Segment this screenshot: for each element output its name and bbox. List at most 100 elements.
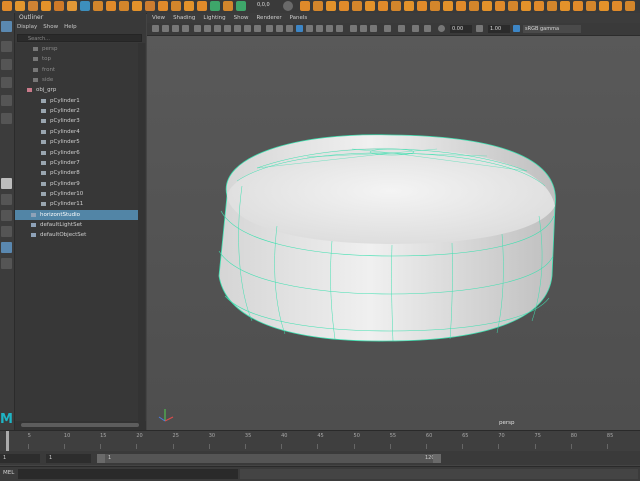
shelf-orange-icon[interactable]	[313, 1, 323, 11]
smooth-shade-icon[interactable]	[276, 25, 283, 32]
bookmark-icon[interactable]	[172, 25, 179, 32]
screen-space-ao-icon[interactable]	[350, 25, 357, 32]
shelf-orange-icon[interactable]	[54, 1, 64, 11]
layout-single-icon[interactable]	[1, 178, 12, 189]
exposure-icon[interactable]	[438, 25, 445, 32]
shelf-orange-icon[interactable]	[326, 1, 336, 11]
outliner-row[interactable]: pCylinder3	[15, 116, 138, 126]
shelf-orange-icon[interactable]	[508, 1, 518, 11]
safe-action-icon[interactable]	[244, 25, 251, 32]
outliner-row[interactable]: pCylinder1	[15, 96, 138, 106]
outliner-row[interactable]: pCylinder6	[15, 148, 138, 158]
command-input[interactable]	[18, 469, 238, 479]
shelf-orange-icon[interactable]	[15, 1, 25, 11]
gate-mask-icon[interactable]	[224, 25, 231, 32]
shelf-orange-icon[interactable]	[521, 1, 531, 11]
shelf-orange-icon[interactable]	[586, 1, 596, 11]
shelf-orange-icon[interactable]	[41, 1, 51, 11]
outliner-row[interactable]: pCylinder5	[15, 137, 138, 147]
range-slider-track[interactable]: 1	[105, 454, 433, 463]
shelf-orange-icon[interactable]	[443, 1, 453, 11]
shelf-orange-icon[interactable]	[67, 1, 77, 11]
shelf-orange-icon[interactable]	[365, 1, 375, 11]
outliner-row[interactable]: pCylinder11	[15, 199, 138, 209]
outliner-row[interactable]: obj_grp	[15, 85, 138, 95]
shelf-orange-icon[interactable]	[171, 1, 181, 11]
shelf-orange-icon[interactable]	[560, 1, 570, 11]
gamma-field[interactable]: 1.00	[488, 25, 510, 33]
wireframe-icon[interactable]	[266, 25, 273, 32]
shelf-orange-icon[interactable]	[223, 1, 233, 11]
outliner-menu-show[interactable]: Show	[43, 24, 58, 30]
shelf-orange-icon[interactable]	[145, 1, 155, 11]
shadows-icon[interactable]	[336, 25, 343, 32]
select-tool-icon[interactable]	[1, 21, 12, 32]
outliner-vertical-scrollbar[interactable]	[138, 43, 145, 421]
shelf-orange-icon[interactable]	[106, 1, 116, 11]
layout-four-icon[interactable]	[1, 194, 12, 205]
outliner-row[interactable]: defaultLightSet	[15, 220, 138, 230]
range-slider-handle-right[interactable]	[433, 454, 441, 463]
shelf-orange-icon[interactable]	[547, 1, 557, 11]
camera-attr-icon[interactable]	[162, 25, 169, 32]
shelf-orange-icon[interactable]	[93, 1, 103, 11]
shelf-gray-icon[interactable]	[283, 1, 293, 11]
shelf-orange-icon[interactable]	[184, 1, 194, 11]
color-space-dropdown[interactable]: sRGB gamma	[523, 25, 581, 33]
outliner-row[interactable]: top	[15, 54, 138, 64]
shelf-orange-icon[interactable]	[119, 1, 129, 11]
outliner-row[interactable]: pCylinder8	[15, 168, 138, 178]
playback-start-field[interactable]: 1	[46, 454, 91, 463]
grid-icon[interactable]	[194, 25, 201, 32]
shelf-orange-icon[interactable]	[391, 1, 401, 11]
shelf-orange-icon[interactable]	[573, 1, 583, 11]
shelf-orange-icon[interactable]	[158, 1, 168, 11]
backface-icon[interactable]	[424, 25, 431, 32]
perspective-viewport[interactable]: persp	[147, 36, 640, 430]
xray-active-icon[interactable]	[412, 25, 419, 32]
outliner-row[interactable]: front	[15, 65, 138, 75]
outliner-row[interactable]: side	[15, 75, 138, 85]
shelf-orange-icon[interactable]	[132, 1, 142, 11]
xray-icon[interactable]	[306, 25, 313, 32]
camera-select-icon[interactable]	[152, 25, 159, 32]
outliner-menu-help[interactable]: Help	[64, 24, 77, 30]
textured-icon[interactable]	[316, 25, 323, 32]
gamma-icon[interactable]	[476, 25, 483, 32]
shelf-orange-icon[interactable]	[28, 1, 38, 11]
resolution-gate-icon[interactable]	[214, 25, 221, 32]
layout-persp-outliner-icon[interactable]	[1, 226, 12, 237]
shelf-orange-icon[interactable]	[625, 1, 635, 11]
lighting-icon[interactable]	[326, 25, 333, 32]
outliner-row[interactable]: pCylinder9	[15, 179, 138, 189]
shelf-orange-icon[interactable]	[197, 1, 207, 11]
outliner-row[interactable]: defaultObjectSet	[15, 230, 138, 240]
menu-renderer[interactable]: Renderer	[256, 13, 281, 23]
shelf-blue-icon[interactable]	[80, 1, 90, 11]
menu-show[interactable]: Show	[234, 13, 249, 23]
current-time-marker[interactable]	[6, 431, 9, 451]
multisample-icon[interactable]	[370, 25, 377, 32]
shelf-orange-icon[interactable]	[482, 1, 492, 11]
shelf-orange-icon[interactable]	[495, 1, 505, 11]
shelf-orange-icon[interactable]	[404, 1, 414, 11]
outliner-row[interactable]: pCylinder2	[15, 106, 138, 116]
safe-title-icon[interactable]	[254, 25, 261, 32]
shelf-orange-icon[interactable]	[469, 1, 479, 11]
isolate-select-icon[interactable]	[384, 25, 391, 32]
field-chart-icon[interactable]	[234, 25, 241, 32]
xray-joints-icon[interactable]	[398, 25, 405, 32]
cushion-mesh[interactable]	[218, 134, 556, 342]
outliner-search-input[interactable]: Search...	[17, 34, 142, 42]
outliner-scroll-thumb[interactable]	[21, 423, 139, 427]
color-management-icon[interactable]	[513, 25, 520, 32]
shelf-orange-icon[interactable]	[352, 1, 362, 11]
outliner-row[interactable]: pCylinder7	[15, 158, 138, 168]
shelf-orange-icon[interactable]	[430, 1, 440, 11]
outliner-horizontal-scrollbar[interactable]	[15, 421, 146, 430]
menu-view[interactable]: View	[152, 13, 165, 23]
rotate-tool-icon[interactable]	[1, 95, 12, 106]
paint-tool-icon[interactable]	[1, 59, 12, 70]
image-plane-icon[interactable]	[182, 25, 189, 32]
outliner-row[interactable]: horizontStudio	[15, 209, 138, 220]
